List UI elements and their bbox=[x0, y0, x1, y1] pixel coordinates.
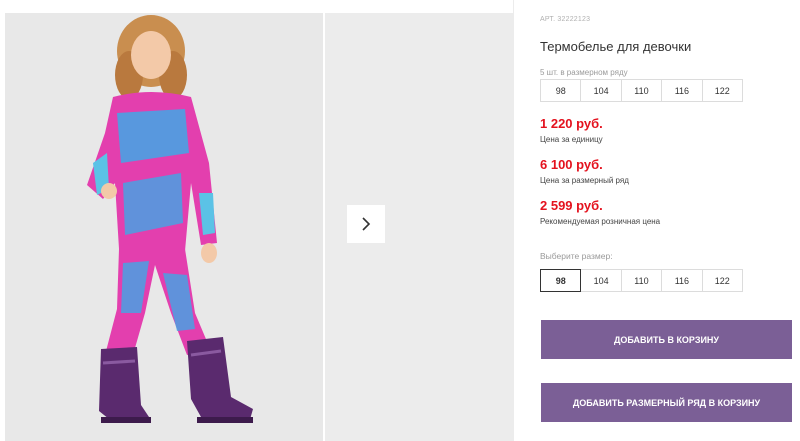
unit-price-note: Цена за единицу bbox=[540, 135, 603, 144]
pack-price-note: Цена за размерный ряд bbox=[540, 176, 629, 185]
pack-size-cell: 98 bbox=[540, 79, 582, 102]
pack-size-cell: 104 bbox=[580, 79, 622, 102]
article-number: АРТ. 32222123 bbox=[540, 16, 591, 23]
size-option-122[interactable]: 122 bbox=[701, 269, 743, 292]
size-option-116[interactable]: 116 bbox=[661, 269, 703, 292]
column-divider bbox=[513, 0, 514, 441]
product-page: АРТ. 32222123 Термобелье для девочки 5 ш… bbox=[0, 0, 800, 441]
size-option-110[interactable]: 110 bbox=[620, 269, 663, 292]
unit-price: 1 220 руб. bbox=[540, 116, 603, 131]
pack-size-cell: 116 bbox=[661, 79, 703, 102]
gallery-next-button[interactable] bbox=[347, 205, 385, 243]
add-pack-to-cart-button[interactable]: ДОБАВИТЬ РАЗМЕРНЫЙ РЯД В КОРЗИНУ bbox=[541, 383, 792, 422]
pack-size-grid: 98 104 110 116 122 bbox=[540, 79, 743, 102]
size-option-98[interactable]: 98 bbox=[540, 269, 582, 292]
add-to-cart-button[interactable]: ДОБАВИТЬ В КОРЗИНУ bbox=[541, 320, 792, 359]
chevron-right-icon bbox=[362, 217, 371, 231]
girl-in-thermal-set-image bbox=[5, 13, 323, 441]
pack-price: 6 100 руб. bbox=[540, 157, 603, 172]
size-selector: 98 104 110 116 122 bbox=[540, 269, 743, 292]
pack-size-cell: 110 bbox=[620, 79, 663, 102]
retail-price: 2 599 руб. bbox=[540, 198, 603, 213]
product-photo[interactable] bbox=[5, 13, 323, 441]
pack-size-label: 5 шт. в размерном ряду bbox=[540, 68, 628, 77]
product-title: Термобелье для девочки bbox=[540, 39, 692, 54]
size-option-104[interactable]: 104 bbox=[580, 269, 622, 292]
pack-size-cell: 122 bbox=[701, 79, 743, 102]
size-select-label: Выберите размер: bbox=[540, 251, 613, 261]
retail-price-note: Рекомендуемая розничная цена bbox=[540, 217, 661, 226]
